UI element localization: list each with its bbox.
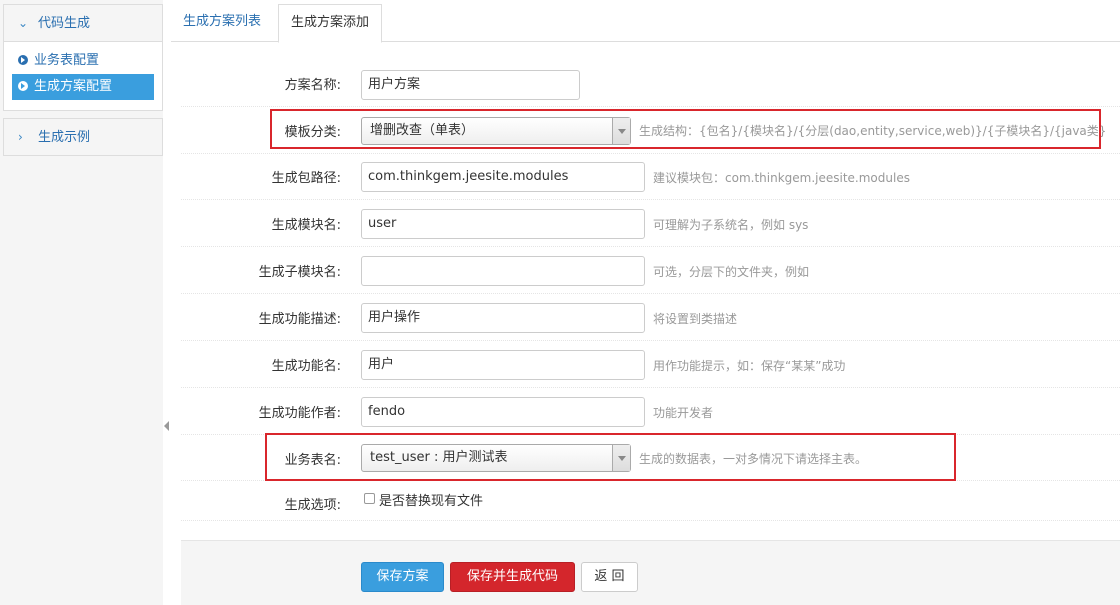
sidebar-panel-header[interactable]: › 生成示例: [4, 119, 162, 155]
form-row-name: 方案名称: 用户方案: [181, 62, 1120, 107]
func-desc-help: 将设置到类描述: [653, 312, 738, 326]
circle-arrow-right-icon: [18, 55, 28, 65]
replace-files-checkbox[interactable]: [364, 493, 375, 504]
author-help: 功能开发者: [653, 406, 714, 420]
splitter[interactable]: [163, 0, 171, 605]
sidebar: ⌄ 代码生成 业务表配置 生成方案配置 › 生成示例: [0, 0, 163, 605]
sidebar-item-label: 生成方案配置: [34, 79, 113, 94]
save-generate-button[interactable]: 保存并生成代码: [450, 562, 575, 592]
highlight-box: [265, 433, 956, 481]
form-row-options: 生成选项: 是否替换现有文件: [181, 481, 1120, 521]
sidebar-item-scheme-config[interactable]: 生成方案配置: [12, 74, 154, 100]
form-row-package: 生成包路径: com.thinkgem.jeesite.modules 建议模块…: [181, 154, 1120, 200]
func-name-help: 用作功能提示，如：保存“某某”成功: [653, 359, 846, 373]
chevron-right-icon: ›: [18, 130, 23, 144]
sidebar-panel-title: 代码生成: [38, 16, 91, 31]
form-row-submodule: 生成子模块名: 可选，分层下的文件夹，例如: [181, 247, 1120, 294]
package-input[interactable]: com.thinkgem.jeesite.modules: [361, 162, 645, 192]
func-name-input[interactable]: 用户: [361, 350, 645, 380]
back-button[interactable]: 返 回: [581, 562, 638, 592]
func-desc-label: 生成功能描述:: [258, 312, 341, 327]
chevron-down-icon: ⌄: [18, 16, 29, 30]
author-label: 生成功能作者:: [258, 406, 341, 421]
form-row-module: 生成模块名: user 可理解为子系统名，例如 sys: [181, 200, 1120, 247]
module-input[interactable]: user: [361, 209, 645, 239]
sidebar-panel-title: 生成示例: [38, 130, 91, 145]
form-row-func-name: 生成功能名: 用户 用作功能提示，如：保存“某某”成功: [181, 341, 1120, 388]
name-label: 方案名称:: [284, 78, 341, 93]
package-label: 生成包路径:: [271, 171, 341, 186]
sidebar-item-label: 业务表配置: [34, 53, 100, 68]
form-row-author: 生成功能作者: fendo 功能开发者: [181, 388, 1120, 435]
name-input[interactable]: 用户方案: [361, 70, 580, 100]
func-name-label: 生成功能名:: [271, 359, 341, 374]
replace-files-label[interactable]: 是否替换现有文件: [379, 490, 483, 509]
module-label: 生成模块名:: [271, 218, 341, 233]
highlight-box: [270, 109, 1101, 149]
tab-bar: 生成方案列表 生成方案添加: [171, 0, 1120, 43]
package-help: 建议模块包：com.thinkgem.jeesite.modules: [653, 171, 910, 185]
form-actions: 保存方案 保存并生成代码 返 回: [181, 540, 1120, 605]
save-button[interactable]: 保存方案: [361, 562, 444, 592]
sidebar-item-business-table[interactable]: 业务表配置: [12, 48, 154, 74]
tab-scheme-add[interactable]: 生成方案添加: [278, 4, 383, 43]
options-label: 生成选项:: [284, 498, 341, 513]
submodule-input[interactable]: [361, 256, 645, 286]
collapse-arrow-icon[interactable]: [164, 421, 169, 431]
form-row-func-desc: 生成功能描述: 用户操作 将设置到类描述: [181, 294, 1120, 341]
sidebar-panel-examples: › 生成示例: [3, 118, 163, 156]
author-input[interactable]: fendo: [361, 397, 645, 427]
circle-arrow-right-icon: [18, 81, 28, 91]
func-desc-input[interactable]: 用户操作: [361, 303, 645, 333]
submodule-label: 生成子模块名:: [258, 265, 341, 280]
sidebar-panel-header[interactable]: ⌄ 代码生成: [4, 5, 162, 41]
tab-scheme-list[interactable]: 生成方案列表: [171, 4, 273, 42]
sidebar-panel-code-generation: ⌄ 代码生成 业务表配置 生成方案配置: [3, 4, 163, 111]
module-help: 可理解为子系统名，例如 sys: [653, 218, 809, 232]
submodule-help: 可选，分层下的文件夹，例如: [653, 265, 810, 279]
